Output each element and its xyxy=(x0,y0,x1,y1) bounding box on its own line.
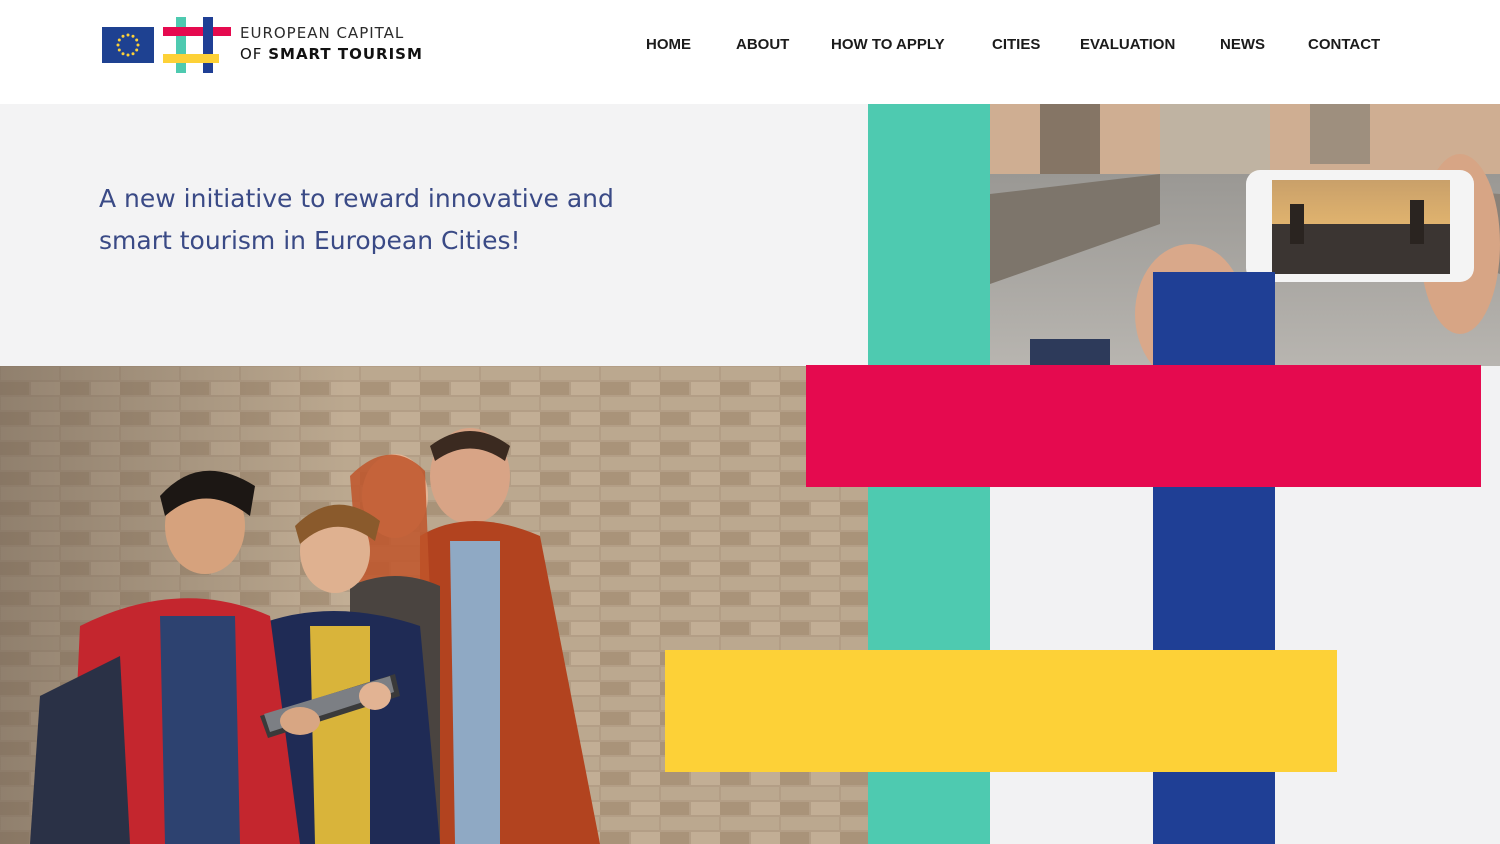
nav-home[interactable]: HOME xyxy=(646,36,691,53)
logo-title-line2: OF SMART TOURISM xyxy=(240,45,423,63)
nav-contact[interactable]: CONTACT xyxy=(1308,36,1380,53)
site-header: EUROPEAN CAPITAL OF SMART TOURISM HOME A… xyxy=(0,0,1500,104)
nav-news[interactable]: NEWS xyxy=(1220,36,1265,53)
tourists-with-tablet-photo xyxy=(0,366,868,844)
nav-about[interactable]: ABOUT xyxy=(736,36,789,53)
yellow-bar xyxy=(665,650,1337,772)
logo-of-text: OF xyxy=(240,45,263,63)
hero-tagline: A new initiative to reward innovative an… xyxy=(99,184,614,255)
logo-smart-tourism-text: SMART TOURISM xyxy=(268,45,423,63)
logo-title-line1: EUROPEAN CAPITAL xyxy=(240,24,405,42)
nav-cities[interactable]: CITIES xyxy=(992,36,1040,53)
nav-evaluation[interactable]: EVALUATION xyxy=(1080,36,1175,53)
hashtag-logo-icon[interactable] xyxy=(163,17,231,73)
eu-flag-icon xyxy=(102,27,154,63)
red-bar xyxy=(806,365,1481,487)
nav-how-to-apply[interactable]: HOW TO APPLY xyxy=(831,36,945,53)
